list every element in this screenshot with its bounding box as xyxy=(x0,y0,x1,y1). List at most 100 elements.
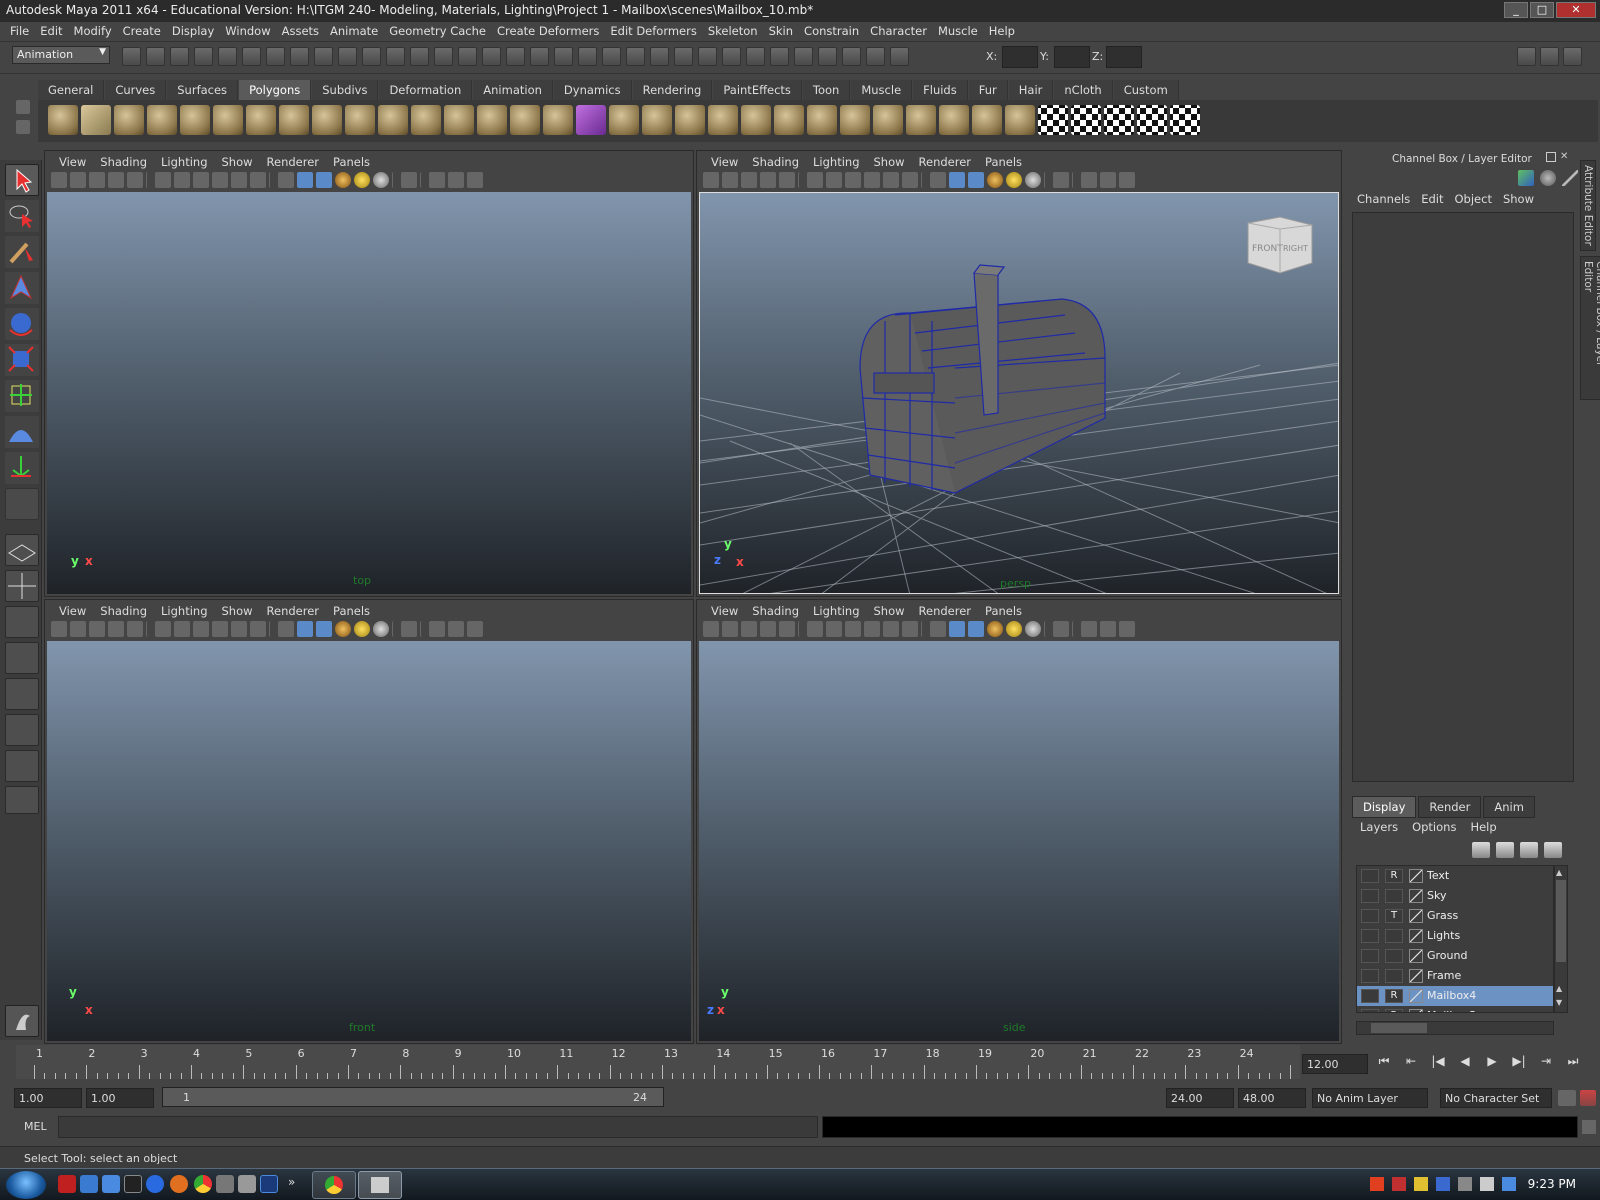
safe-action-icon[interactable] xyxy=(250,172,266,188)
camera-select-icon[interactable] xyxy=(722,621,738,637)
soft-modification-tool-icon[interactable] xyxy=(5,416,39,448)
panel-menu-renderer[interactable]: Renderer xyxy=(261,600,328,620)
camera-attr-icon[interactable] xyxy=(703,172,719,188)
bookmark-icon[interactable] xyxy=(89,172,105,188)
panel-menu-view[interactable]: View xyxy=(53,151,94,171)
select-hierarchy-icon[interactable] xyxy=(194,47,213,66)
poly-offset-loop-icon[interactable] xyxy=(774,105,804,135)
rotate-tool-icon[interactable] xyxy=(5,308,39,340)
smooth-wire-icon[interactable] xyxy=(316,621,332,637)
shelf-tab-ncloth[interactable]: nCloth xyxy=(1054,80,1113,100)
key-icon[interactable] xyxy=(1558,1090,1576,1106)
layer-row[interactable]: T Grass xyxy=(1357,906,1553,926)
time-slider[interactable]: 1 2 3 4 5 6 7 8 9 10 11 12 13 14 15 16 17 18 19 20 21 22 23 24 xyxy=(16,1045,1300,1079)
layer-display-type[interactable] xyxy=(1385,929,1403,943)
start-button[interactable] xyxy=(6,1171,46,1199)
poly-checker-2-icon[interactable] xyxy=(1071,105,1101,135)
panel-menu-show[interactable]: Show xyxy=(216,151,261,171)
xray-components-icon[interactable] xyxy=(1119,172,1135,188)
layer-visibility-toggle[interactable] xyxy=(1361,989,1379,1003)
panel-menu-view[interactable]: View xyxy=(705,151,746,171)
xray-icon[interactable] xyxy=(1081,172,1097,188)
poly-pyramid-icon[interactable] xyxy=(279,105,309,135)
universal-manipulator-icon[interactable] xyxy=(5,380,39,412)
new-layer-icon[interactable] xyxy=(1472,842,1490,858)
menu-constrain[interactable]: Constrain xyxy=(800,22,866,41)
panel-menu-shading[interactable]: Shading xyxy=(94,600,155,620)
menu-animate[interactable]: Animate xyxy=(326,22,385,41)
poly-extrude-icon[interactable] xyxy=(609,105,639,135)
scroll-down-icon[interactable]: ▼ xyxy=(1556,998,1566,1008)
gate-mask-icon[interactable] xyxy=(212,172,228,188)
channel-menu-edit[interactable]: Edit xyxy=(1419,192,1452,206)
poly-sphere-icon[interactable] xyxy=(48,105,78,135)
field-chart-icon[interactable] xyxy=(883,172,899,188)
gate-mask-icon[interactable] xyxy=(864,621,880,637)
use-lights-icon[interactable] xyxy=(1006,621,1022,637)
poly-prism-icon[interactable] xyxy=(246,105,276,135)
shelf-tab-dynamics[interactable]: Dynamics xyxy=(553,80,632,100)
range-end-field[interactable]: 48.00 xyxy=(1238,1088,1306,1108)
channel-menu-object[interactable]: Object xyxy=(1453,192,1501,206)
close-icon[interactable]: ✕ xyxy=(1560,152,1570,162)
poly-bridge-icon[interactable] xyxy=(642,105,672,135)
grid-icon[interactable] xyxy=(807,621,823,637)
textured-icon[interactable] xyxy=(987,172,1003,188)
hyper-icon[interactable] xyxy=(1562,170,1578,186)
clock[interactable]: 9:23 PM xyxy=(1528,1177,1576,1191)
menu-geometry-cache[interactable]: Geometry Cache xyxy=(385,22,493,41)
layer-display-type[interactable] xyxy=(1385,949,1403,963)
layer-visibility-toggle[interactable] xyxy=(1361,949,1379,963)
bookmark-icon[interactable] xyxy=(89,621,105,637)
camera-attr-icon[interactable] xyxy=(51,621,67,637)
two-d-pan-icon[interactable] xyxy=(779,172,795,188)
panel-menu-lighting[interactable]: Lighting xyxy=(807,151,867,171)
panel-menu-renderer[interactable]: Renderer xyxy=(261,151,328,171)
poly-platonic-icon[interactable] xyxy=(411,105,441,135)
camera-attr-icon[interactable] xyxy=(51,172,67,188)
smooth-shade-icon[interactable] xyxy=(949,172,965,188)
tray-display-icon[interactable] xyxy=(1458,1177,1472,1191)
use-lights-icon[interactable] xyxy=(354,172,370,188)
isolate-select-icon[interactable] xyxy=(401,172,417,188)
poly-plane-icon[interactable] xyxy=(180,105,210,135)
sel-mask-5-icon[interactable] xyxy=(698,47,717,66)
firefox-icon[interactable] xyxy=(170,1175,188,1193)
scroll-up-icon[interactable]: ▲ xyxy=(1556,868,1566,878)
film-gate-icon[interactable] xyxy=(174,172,190,188)
image-plane-icon[interactable] xyxy=(760,621,776,637)
poly-helix-icon[interactable] xyxy=(345,105,375,135)
poly-cylinder-icon[interactable] xyxy=(114,105,144,135)
panel-menu-show[interactable]: Show xyxy=(216,600,261,620)
attribute-editor-tab[interactable]: Attribute Editor xyxy=(1580,160,1596,251)
xray-joints-icon[interactable] xyxy=(448,172,464,188)
command-language-label[interactable]: MEL xyxy=(24,1120,47,1133)
output-ops-icon[interactable] xyxy=(482,47,501,66)
tray-arrow-icon[interactable] xyxy=(1370,1177,1384,1191)
use-lights-icon[interactable] xyxy=(354,621,370,637)
front-viewport[interactable]: y x front xyxy=(47,641,691,1041)
layer-visibility-toggle[interactable] xyxy=(1361,969,1379,983)
poly-cube-icon[interactable] xyxy=(81,105,111,135)
isolate-select-icon[interactable] xyxy=(401,621,417,637)
new-empty-layer-icon[interactable] xyxy=(1496,842,1514,858)
safe-action-icon[interactable] xyxy=(902,172,918,188)
speed-icon[interactable] xyxy=(1540,170,1556,186)
open-scene-icon[interactable] xyxy=(146,47,165,66)
layer-color-swatch[interactable] xyxy=(1409,1009,1423,1012)
tray-wacom-icon[interactable] xyxy=(1502,1177,1516,1191)
channel-box-toggle-icon[interactable] xyxy=(1563,47,1582,66)
render-icon[interactable] xyxy=(530,47,549,66)
grid-icon[interactable] xyxy=(807,172,823,188)
xray-joints-icon[interactable] xyxy=(448,621,464,637)
x-field[interactable] xyxy=(1002,46,1038,68)
poly-uv-editor-icon[interactable] xyxy=(1005,105,1035,135)
maximize-button[interactable]: □ xyxy=(1530,2,1554,18)
poly-merge-icon[interactable] xyxy=(840,105,870,135)
layer-tab-anim[interactable]: Anim xyxy=(1483,796,1535,818)
shelf-tab-surfaces[interactable]: Surfaces xyxy=(167,80,239,100)
shelf-tab-custom[interactable]: Custom xyxy=(1113,80,1179,100)
poly-checker-3-icon[interactable] xyxy=(1104,105,1134,135)
camera-select-icon[interactable] xyxy=(722,172,738,188)
gate-mask-icon[interactable] xyxy=(212,621,228,637)
